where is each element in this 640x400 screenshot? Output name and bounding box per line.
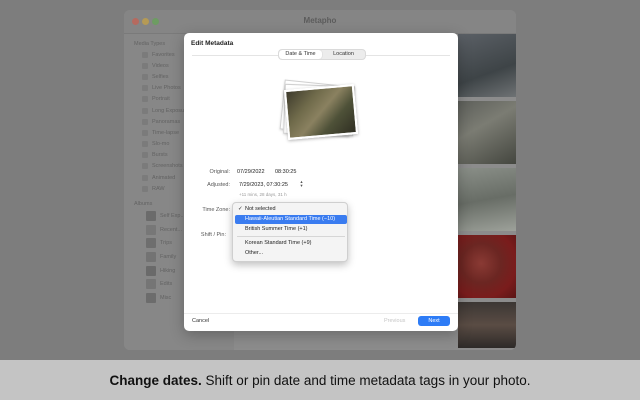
photo-thumbnail[interactable]	[458, 101, 516, 166]
original-time: 08:30:25	[275, 169, 297, 175]
menu-item-other[interactable]: Other...	[235, 249, 347, 258]
media-type-icon	[142, 85, 148, 92]
time-zone-label: Time Zone:	[202, 207, 230, 213]
tab-date-time[interactable]: Date & Time	[279, 50, 322, 59]
original-label: Original:	[209, 169, 230, 175]
media-type-icon	[142, 174, 148, 181]
sidebar-item-label: Portrait	[152, 96, 170, 103]
adjusted-hint: +11 mins, 28 days, 31 h	[239, 192, 287, 197]
sidebar-item-label: Time-lapse	[152, 129, 179, 136]
menu-separator	[237, 236, 345, 237]
album-thumbnail	[146, 279, 156, 290]
cancel-button[interactable]: Cancel	[192, 318, 209, 324]
album-thumbnail	[146, 211, 156, 222]
menu-item-hawaii[interactable]: Hawaii-Aleutian Standard Time (−10)	[235, 215, 347, 224]
photo-grid	[458, 34, 516, 350]
sidebar-album-label: Self Exp...	[160, 213, 186, 220]
media-type-icon	[142, 129, 148, 136]
sidebar-item-label: Slo-mo	[152, 141, 170, 148]
media-type-icon	[142, 141, 148, 148]
media-type-icon	[142, 62, 148, 69]
photo-stack-preview	[278, 79, 364, 145]
photo-thumbnail[interactable]	[458, 34, 516, 99]
original-date: 07/29/2022	[237, 169, 265, 175]
adjusted-label: Adjusted:	[207, 182, 230, 188]
album-thumbnail	[146, 252, 156, 263]
adjusted-stepper-icon[interactable]: ▴ ▾	[299, 179, 304, 188]
sidebar-album-label: Recent...	[160, 226, 183, 233]
next-button[interactable]: Next	[418, 316, 450, 326]
photo-thumbnail[interactable]	[458, 168, 516, 233]
sidebar-item-label: Panoramas	[152, 118, 181, 125]
sidebar-item-label: Favorites	[152, 51, 175, 58]
previous-button[interactable]: Previous	[384, 318, 405, 324]
photo-thumbnail[interactable]	[458, 235, 516, 300]
menu-item-korean[interactable]: Korean Standard Time (+9)	[235, 239, 347, 248]
caption-bold: Change dates.	[109, 373, 202, 388]
sidebar-item-label: RAW	[152, 185, 165, 192]
time-zone-menu: ✓ Not selected Hawaii-Aleutian Standard …	[232, 202, 348, 262]
checkmark-icon: ✓	[238, 206, 243, 212]
menu-item-not-selected[interactable]: ✓ Not selected	[235, 205, 347, 214]
media-type-icon	[142, 51, 148, 58]
footer-divider	[184, 313, 458, 314]
sidebar-item-label: Videos	[152, 62, 169, 69]
sidebar-item-label: Live Photos	[152, 85, 181, 92]
album-thumbnail	[146, 265, 156, 276]
sidebar-item-label: Animated	[152, 174, 176, 181]
media-type-icon	[142, 118, 148, 125]
album-thumbnail	[146, 224, 156, 235]
media-type-icon	[142, 163, 148, 170]
sidebar-item-label: Selfies	[152, 73, 169, 80]
sidebar-item-label: Bursts	[152, 152, 168, 159]
media-type-icon	[142, 96, 148, 103]
media-type-icon	[142, 185, 148, 192]
media-type-icon	[142, 73, 148, 80]
app-titlebar: Metapho	[124, 10, 516, 34]
media-type-icon	[142, 107, 148, 114]
edit-metadata-dialog: Edit Metadata Date & Time Location Origi…	[184, 33, 458, 331]
shift-pin-label: Shift / Pin:	[200, 232, 226, 238]
adjusted-datetime-field[interactable]: 7/29/2023, 07:30:25	[239, 182, 288, 188]
album-thumbnail	[146, 292, 156, 303]
menu-item-british[interactable]: British Summer Time (+1)	[235, 225, 347, 234]
album-thumbnail	[146, 238, 156, 249]
caption-band: Change dates. Shift or pin date and time…	[0, 360, 640, 400]
caption-text: Change dates. Shift or pin date and time…	[0, 373, 640, 388]
media-type-icon	[142, 152, 148, 159]
dialog-title: Edit Metadata	[191, 40, 234, 47]
sidebar-album-label: Family	[160, 254, 177, 261]
sidebar-album-label: Edits	[160, 281, 173, 288]
sidebar-album-label: Misc	[160, 294, 172, 301]
sidebar-album-label: Hiking	[160, 267, 176, 274]
sidebar-album-label: Trips	[160, 240, 173, 247]
selected-photo-preview	[283, 84, 359, 140]
tab-control: Date & Time Location	[278, 49, 366, 60]
app-title: Metapho	[303, 16, 337, 25]
caption-rest: Shift or pin date and time metadata tags…	[205, 373, 531, 388]
sidebar-item-label: Screenshots	[152, 163, 183, 170]
tab-location[interactable]: Location	[322, 50, 365, 59]
photo-thumbnail[interactable]	[458, 302, 516, 350]
